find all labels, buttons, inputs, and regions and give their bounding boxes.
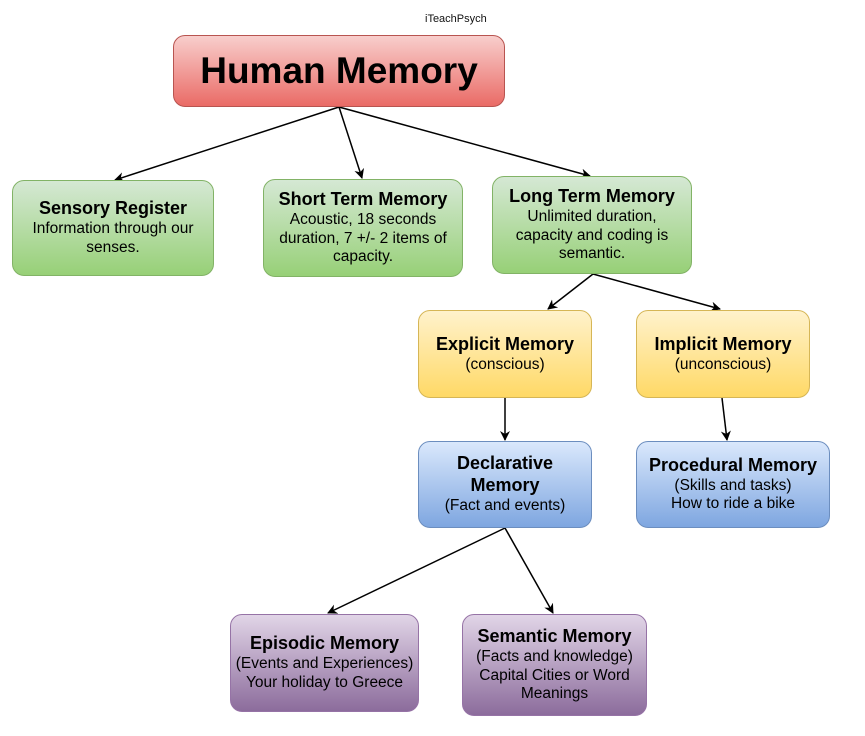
node-title: Sensory Register bbox=[38, 198, 188, 219]
node-description: Acoustic, 18 seconds duration, 7 +/- 2 i… bbox=[279, 210, 447, 266]
node-title: Semantic Memory bbox=[477, 625, 632, 646]
node-title: Procedural Memory bbox=[648, 454, 818, 475]
node-description: Information through our senses. bbox=[32, 220, 194, 256]
node-title: Episodic Memory bbox=[249, 633, 400, 654]
edge-implicit-to-procedural bbox=[720, 397, 731, 441]
node-title: Short Term Memory bbox=[278, 188, 448, 209]
edge-declarative-to-semantic bbox=[504, 527, 554, 614]
edge-ltm-to-implicit bbox=[592, 273, 721, 312]
node-title: Human Memory bbox=[200, 50, 478, 92]
node-declarative-memory: Declarative Memory (Fact and events) bbox=[418, 441, 592, 528]
node-implicit-memory: Implicit Memory (unconscious) bbox=[636, 310, 810, 398]
node-description: (conscious) bbox=[465, 355, 545, 373]
node-procedural-memory: Procedural Memory (Skills and tasks) How… bbox=[636, 441, 830, 528]
node-description: Unlimited duration, capacity and coding … bbox=[515, 207, 669, 263]
node-semantic-memory: Semantic Memory (Facts and knowledge) Ca… bbox=[462, 614, 647, 716]
edge-root-to-ltm bbox=[338, 106, 591, 179]
node-short-term-memory: Short Term Memory Acoustic, 18 seconds d… bbox=[263, 179, 463, 277]
node-explicit-memory: Explicit Memory (conscious) bbox=[418, 310, 592, 398]
node-sensory-register: Sensory Register Information through our… bbox=[12, 180, 214, 276]
node-long-term-memory: Long Term Memory Unlimited duration, cap… bbox=[492, 176, 692, 274]
node-human-memory: Human Memory bbox=[173, 35, 505, 107]
edge-root-to-stm bbox=[338, 106, 364, 179]
node-episodic-memory: Episodic Memory (Events and Experiences)… bbox=[230, 614, 419, 712]
node-title: Declarative Memory bbox=[456, 453, 554, 496]
node-description: (unconscious) bbox=[674, 355, 772, 373]
node-title: Implicit Memory bbox=[654, 333, 792, 354]
node-description: (Facts and knowledge) Capital Cities or … bbox=[476, 647, 633, 703]
node-description: (Events and Experiences) Your holiday to… bbox=[235, 655, 414, 691]
node-description: (Skills and tasks) How to ride a bike bbox=[670, 476, 796, 513]
node-title: Long Term Memory bbox=[509, 185, 675, 206]
edge-declarative-to-episodic bbox=[327, 527, 506, 614]
node-description: (Fact and events) bbox=[444, 497, 566, 514]
edge-ltm-to-explicit bbox=[547, 273, 594, 310]
node-title: Explicit Memory bbox=[435, 333, 575, 354]
edge-root-to-sensory bbox=[114, 106, 340, 182]
